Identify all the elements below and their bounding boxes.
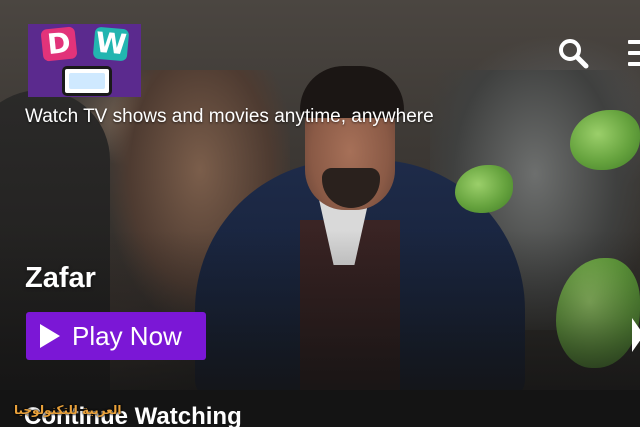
- play-now-label: Play Now: [72, 321, 182, 351]
- tv-icon: [62, 66, 112, 96]
- watermark: العربية للتكنولوجيا: [14, 403, 122, 417]
- logo-letter-w: W: [92, 25, 130, 62]
- show-title: Zafar: [25, 262, 96, 294]
- hamburger-menu-icon-line: [628, 62, 640, 66]
- tv-screen: [69, 73, 105, 89]
- tagline: Watch TV shows and movies anytime, anywh…: [25, 106, 434, 127]
- play-now-button[interactable]: Play Now: [26, 312, 206, 360]
- app-root: D W Watch TV shows and movies anytime, a…: [0, 0, 640, 427]
- hamburger-menu-icon: [628, 40, 640, 44]
- hero-gradient-overlay: [0, 230, 640, 390]
- chevron-right-icon[interactable]: [632, 318, 640, 352]
- play-icon: [40, 324, 60, 348]
- search-button[interactable]: [556, 36, 590, 70]
- hamburger-menu-icon-line: [628, 51, 640, 55]
- logo-letter-d: D: [40, 26, 78, 62]
- search-icon: [559, 39, 589, 69]
- menu-button[interactable]: [626, 38, 640, 68]
- dw-logo[interactable]: D W: [28, 24, 141, 97]
